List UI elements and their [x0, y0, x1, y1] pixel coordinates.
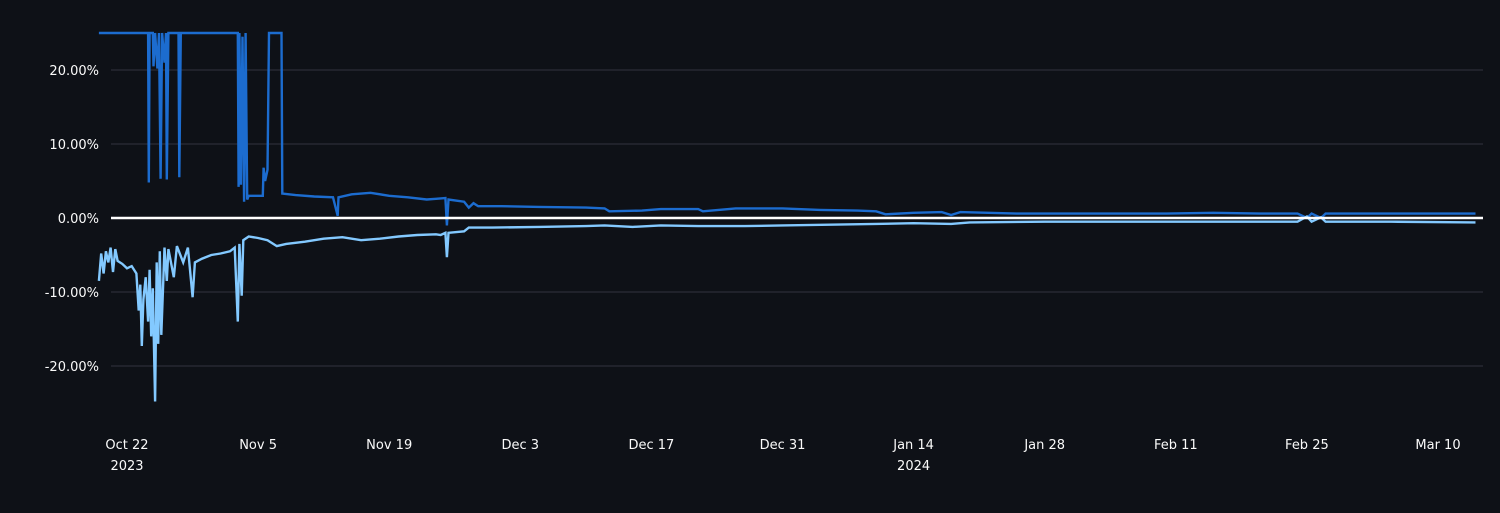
y-tick-label: -10.00% [45, 286, 99, 301]
x-tick-label: Jan 28 [1023, 438, 1065, 453]
x-tick-label: Nov 5 [239, 438, 277, 453]
x-tick-label: Feb 11 [1154, 438, 1198, 453]
x-tick-year-label: 2024 [897, 459, 930, 474]
x-tick-label: Mar 10 [1415, 438, 1460, 453]
x-tick-label: Dec 17 [628, 438, 674, 453]
y-tick-label: 10.00% [49, 138, 99, 153]
line-chart: 20.00% 10.00% 0.00% -10.00% -20.00% Oct 22 20… [0, 0, 1500, 513]
chart-background [0, 0, 1500, 513]
x-tick-label: Dec 31 [760, 438, 806, 453]
x-tick-label: Feb 25 [1285, 438, 1329, 453]
y-tick-label: -20.00% [45, 360, 99, 375]
x-tick-label: Nov 19 [366, 438, 412, 453]
x-tick-label: Jan 14 [892, 438, 934, 453]
y-tick-label: 20.00% [49, 64, 99, 79]
y-tick-label: 0.00% [58, 212, 99, 227]
x-tick-year-label: 2023 [110, 459, 143, 474]
x-tick-label: Oct 22 [105, 438, 148, 453]
x-tick-label: Dec 3 [502, 438, 540, 453]
